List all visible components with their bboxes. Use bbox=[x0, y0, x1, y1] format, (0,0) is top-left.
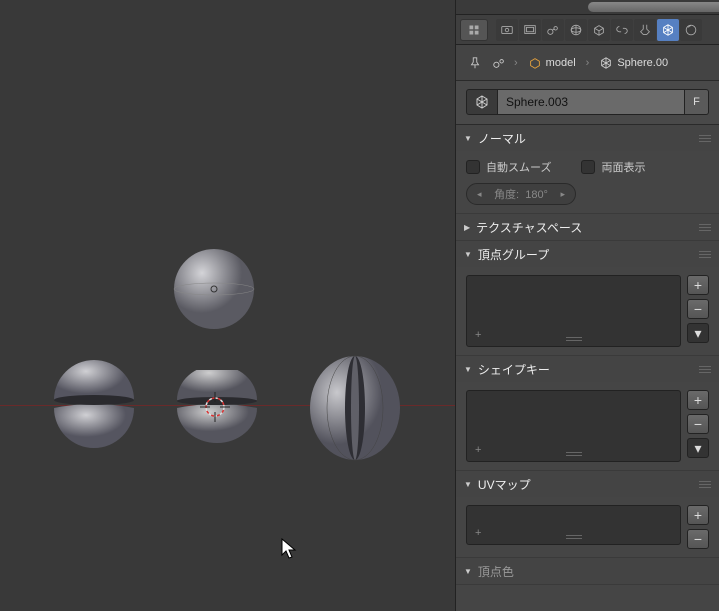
auto-smooth-checkbox[interactable]: 自動スムーズ bbox=[466, 159, 551, 175]
breadcrumb-scene[interactable]: model bbox=[524, 54, 580, 72]
context-tabs bbox=[456, 15, 719, 45]
drag-handle-icon[interactable] bbox=[566, 533, 582, 541]
specials-button[interactable]: ▾ bbox=[687, 438, 709, 458]
triangle-down-icon: ▼ bbox=[464, 134, 472, 143]
panel-vcolors: ▼ 頂点色 bbox=[456, 558, 719, 585]
grip-icon[interactable] bbox=[699, 222, 711, 233]
cursor-3d-icon bbox=[198, 390, 232, 424]
plus-small-icon[interactable]: + bbox=[475, 528, 485, 538]
tab-render[interactable] bbox=[496, 19, 518, 41]
panel-header-normals[interactable]: ▼ ノーマル bbox=[456, 125, 719, 151]
datablock-browse[interactable] bbox=[466, 89, 498, 115]
remove-button[interactable]: − bbox=[687, 299, 709, 319]
triangle-down-icon: ▼ bbox=[464, 567, 472, 576]
grip-icon[interactable] bbox=[699, 249, 711, 260]
triangle-down-icon: ▼ bbox=[464, 250, 472, 259]
breadcrumb-object[interactable]: Sphere.00 bbox=[595, 54, 672, 72]
pin-icon[interactable] bbox=[466, 54, 484, 72]
chevron-right-icon: › bbox=[514, 57, 518, 69]
breadcrumb: › model › Sphere.00 bbox=[456, 45, 719, 81]
panel-header-texspace[interactable]: ▶ テクスチャスペース bbox=[456, 214, 719, 240]
datablock-row: Sphere.003 F bbox=[456, 81, 719, 125]
vgroups-list[interactable]: + bbox=[466, 275, 681, 347]
sphere-left[interactable] bbox=[49, 360, 139, 454]
properties-panel: › model › Sphere.00 Sphere.003 F ▼ ノーマル bbox=[455, 0, 719, 611]
tab-world[interactable] bbox=[565, 19, 587, 41]
header-scrubber[interactable] bbox=[456, 0, 719, 15]
panel-uvmaps: ▼ UVマップ + + − bbox=[456, 471, 719, 558]
breadcrumb-object-label: Sphere.00 bbox=[617, 57, 668, 69]
chevron-right-icon: › bbox=[586, 57, 590, 69]
panel-header-vgroups[interactable]: ▼ 頂点グループ bbox=[456, 241, 719, 267]
specials-button[interactable]: ▾ bbox=[687, 323, 709, 343]
viewport-3d[interactable] bbox=[0, 0, 455, 611]
panel-texspace: ▶ テクスチャスペース bbox=[456, 214, 719, 241]
panel-header-vcolors[interactable]: ▼ 頂点色 bbox=[456, 558, 719, 584]
triangle-right-icon: ▶ bbox=[464, 223, 470, 232]
tab-object[interactable] bbox=[588, 19, 610, 41]
shapekeys-list[interactable]: + bbox=[466, 390, 681, 462]
grip-icon[interactable] bbox=[699, 133, 711, 144]
tab-render-layers[interactable] bbox=[519, 19, 541, 41]
datablock-name-input[interactable]: Sphere.003 bbox=[498, 89, 685, 115]
panel-header-uvmaps[interactable]: ▼ UVマップ bbox=[456, 471, 719, 497]
tab-constraints[interactable] bbox=[611, 19, 633, 41]
panel-normals: ▼ ノーマル 自動スムーズ 両面表示 ◂ 角度: 180° ▸ bbox=[456, 125, 719, 214]
grip-icon[interactable] bbox=[699, 364, 711, 375]
add-button[interactable]: + bbox=[687, 390, 709, 410]
tab-material[interactable] bbox=[680, 19, 702, 41]
sphere-top[interactable] bbox=[172, 247, 256, 331]
angle-slider[interactable]: ◂ 角度: 180° ▸ bbox=[466, 183, 576, 205]
tab-scene[interactable] bbox=[542, 19, 564, 41]
editor-type-selector[interactable] bbox=[460, 19, 488, 41]
panel-vgroups: ▼ 頂点グループ + + − ▾ bbox=[456, 241, 719, 356]
sphere-right[interactable] bbox=[305, 353, 405, 463]
triangle-down-icon: ▼ bbox=[464, 480, 472, 489]
panel-header-shapekeys[interactable]: ▼ シェイプキー bbox=[456, 356, 719, 382]
tab-data[interactable] bbox=[657, 19, 679, 41]
drag-handle-icon[interactable] bbox=[566, 335, 582, 343]
scene-icon[interactable] bbox=[490, 54, 508, 72]
plus-small-icon[interactable]: + bbox=[475, 330, 485, 340]
breadcrumb-scene-label: model bbox=[546, 57, 576, 69]
fake-user-button[interactable]: F bbox=[685, 89, 709, 115]
plus-small-icon[interactable]: + bbox=[475, 445, 485, 455]
uvmaps-list[interactable]: + bbox=[466, 505, 681, 545]
tab-modifiers[interactable] bbox=[634, 19, 656, 41]
grip-icon[interactable] bbox=[699, 479, 711, 490]
triangle-down-icon: ▼ bbox=[464, 365, 472, 374]
double-sided-checkbox[interactable]: 両面表示 bbox=[581, 159, 645, 175]
add-button[interactable]: + bbox=[687, 505, 709, 525]
remove-button[interactable]: − bbox=[687, 414, 709, 434]
remove-button[interactable]: − bbox=[687, 529, 709, 549]
add-button[interactable]: + bbox=[687, 275, 709, 295]
panel-shapekeys: ▼ シェイプキー + + − ▾ bbox=[456, 356, 719, 471]
drag-handle-icon[interactable] bbox=[566, 450, 582, 458]
